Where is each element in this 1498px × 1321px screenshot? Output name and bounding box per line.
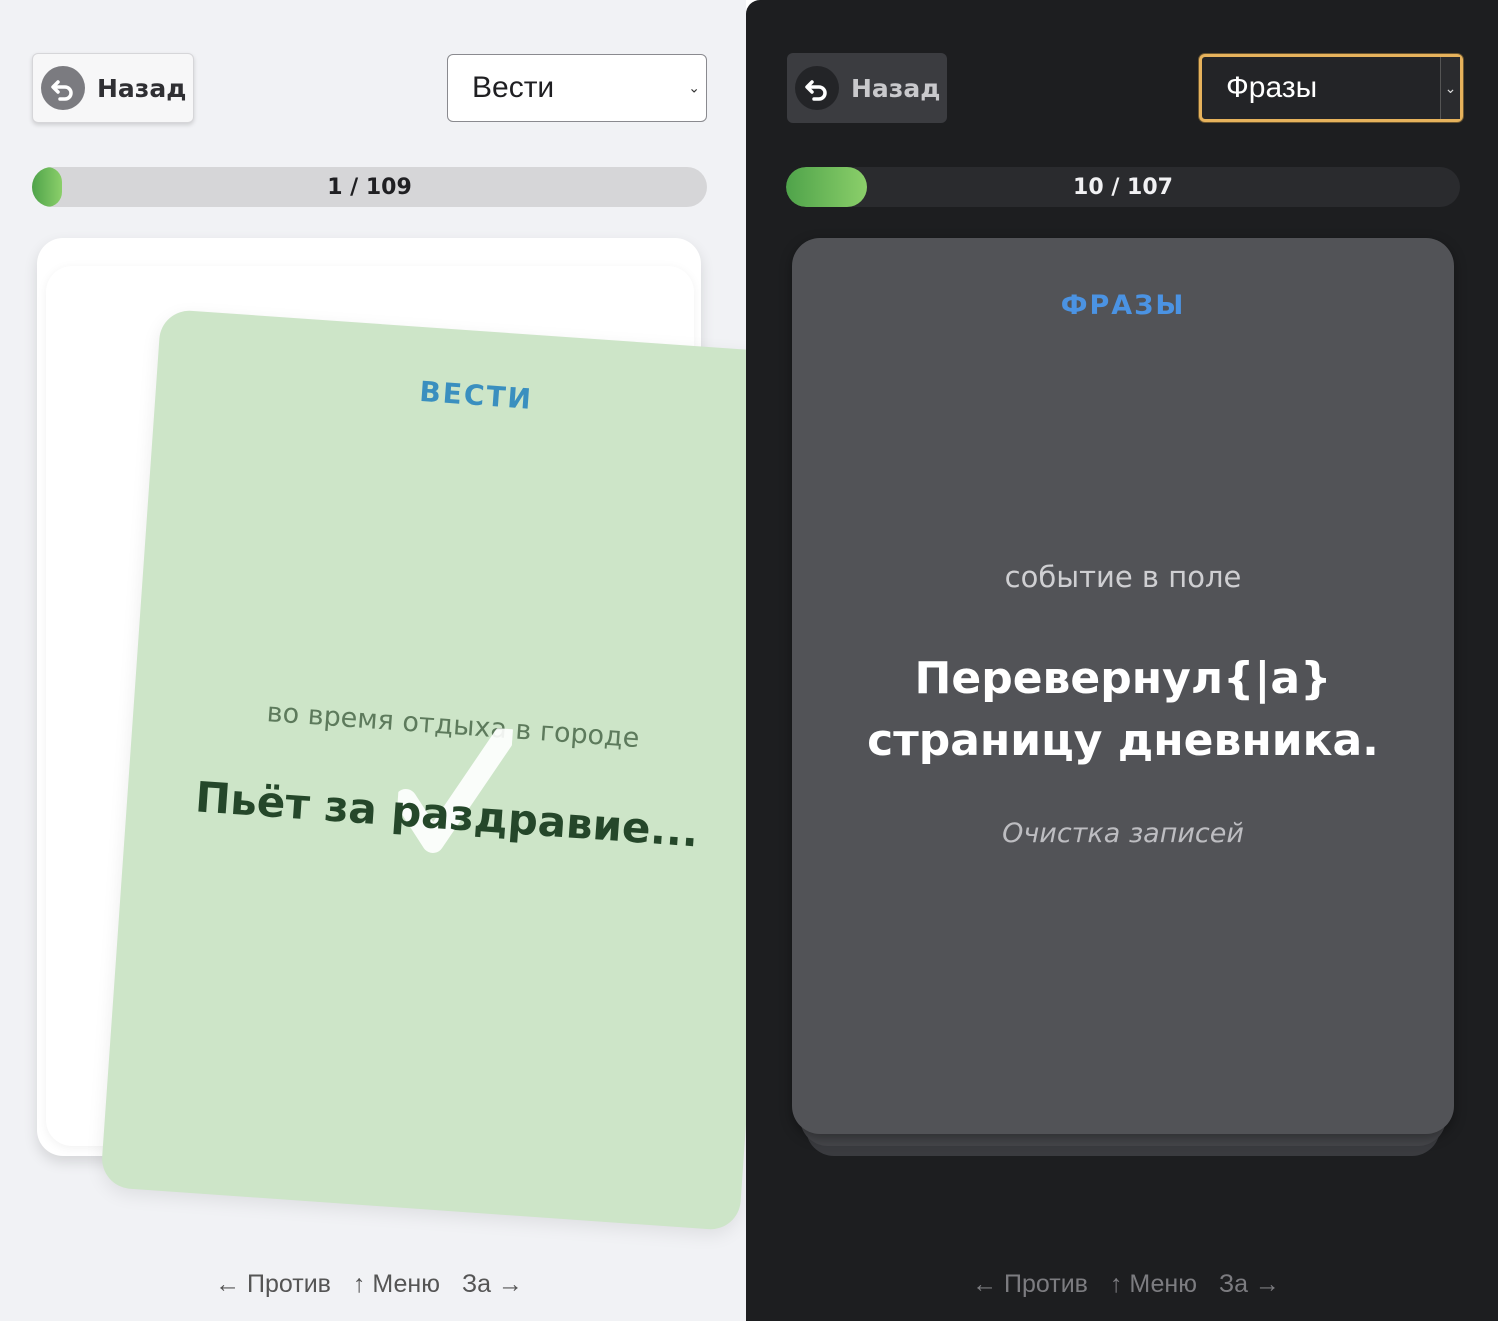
current-card[interactable]: ФРАЗЫ событие в поле Перевернул{|а} стра… xyxy=(792,238,1454,1134)
card-category: ВЕСТИ xyxy=(418,374,534,416)
swiping-card[interactable]: ВЕСТИ во время отдыха в городе Пьёт за р… xyxy=(100,308,746,1232)
hint-against[interactable]: ← Против xyxy=(215,1270,331,1299)
chevron-down-icon: ⌄ xyxy=(688,79,700,96)
hint-menu[interactable]: ↑ Меню xyxy=(1110,1270,1197,1299)
progress-counter: 1 / 109 xyxy=(327,174,412,200)
chevron-down-icon: ⌄ xyxy=(1440,57,1460,119)
card-note: Очистка записей xyxy=(1002,818,1244,849)
back-button[interactable]: Назад xyxy=(787,53,947,123)
light-theme-panel: Назад Вести ⌄ 1 / 109 ВЕСТИ во время отд… xyxy=(0,0,746,1321)
progress-counter: 10 / 107 xyxy=(1073,174,1173,200)
hint-against[interactable]: ← Против xyxy=(972,1270,1088,1299)
swipe-hints: ← Против ↑ Меню За → xyxy=(0,1270,742,1299)
swipe-hints: ← Против ↑ Меню За → xyxy=(750,1270,1498,1299)
card-category: ФРАЗЫ xyxy=(1060,290,1186,321)
hint-for[interactable]: За → xyxy=(462,1270,523,1299)
dark-theme-panel: Назад Фразы ⌄ 10 / 107 ФРАЗЫ событие в п… xyxy=(746,0,1498,1321)
back-button-label: Назад xyxy=(97,73,187,103)
undo-arrow-icon xyxy=(795,66,839,110)
screen: Назад Вести ⌄ 1 / 109 ВЕСТИ во время отд… xyxy=(0,0,1498,1321)
hint-for[interactable]: За → xyxy=(1219,1270,1280,1299)
hint-menu[interactable]: ↑ Меню xyxy=(353,1270,440,1299)
progress-bar: 10 / 107 xyxy=(786,167,1460,207)
deck-select-value: Фразы xyxy=(1226,71,1318,104)
deck-select-value: Вести xyxy=(472,71,555,104)
card-phrase: Перевернул{|а} страницу дневника. xyxy=(867,653,1379,766)
progress-bar: 1 / 109 xyxy=(32,167,707,207)
back-button-label: Назад xyxy=(851,73,941,103)
back-button[interactable]: Назад xyxy=(32,53,194,123)
undo-arrow-icon xyxy=(41,66,85,110)
deck-select[interactable]: Фразы ⌄ xyxy=(1199,54,1463,122)
card-context: событие в поле xyxy=(1004,560,1242,594)
deck-select[interactable]: Вести ⌄ xyxy=(447,54,707,122)
